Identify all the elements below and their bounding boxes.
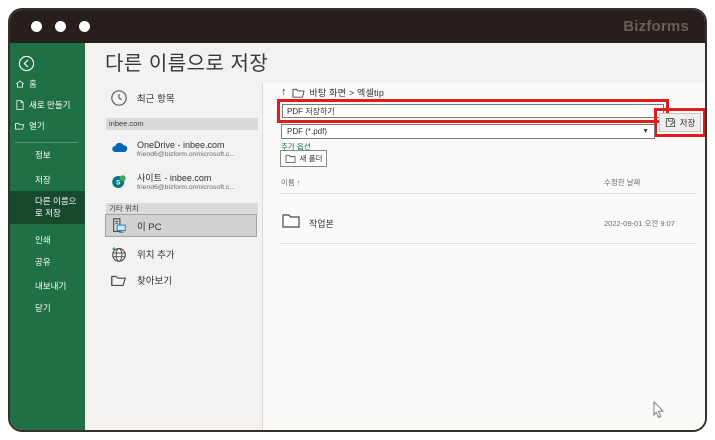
app-window: Bizforms 홈 새로 만들기 열기 정보 저장 다른 이름으로 저장 인쇄… [8, 8, 707, 432]
this-pc-item-selected[interactable]: 이 PC [105, 214, 257, 237]
row-divider [280, 243, 697, 244]
sidebar-item-label: 새로 만들기 [29, 100, 71, 110]
up-one-level-icon[interactable]: ↑ [281, 86, 287, 98]
open-folder-icon [15, 121, 25, 131]
this-pc-label: 이 PC [137, 221, 162, 233]
save-button-label: 저장 [679, 117, 696, 128]
browse-folder-icon [110, 271, 128, 289]
sidebar-item-save[interactable]: 저장 [10, 173, 85, 187]
title-bar: Bizforms [10, 10, 705, 43]
sharepoint-title: 사이트 - inbee.com [137, 172, 212, 183]
save-button[interactable]: 저장 [659, 113, 701, 132]
onedrive-subtitle: friend6@bizform.onmicrosoft.c... [137, 150, 235, 158]
column-header-modified[interactable]: 수정한 날짜 [604, 177, 641, 188]
new-document-icon [15, 100, 25, 110]
sharepoint-place-item[interactable]: S 사이트 - inbee.com friend6@bizform.onmicr… [110, 170, 235, 194]
window-dot-1[interactable] [31, 21, 42, 32]
sidebar-item-share[interactable]: 공유 [10, 255, 85, 269]
recent-files-label: 최근 항목 [137, 94, 175, 105]
places-column: 최근 항목 inbee.com OneDrive - inbee.com fri… [85, 83, 262, 430]
window-dot-3[interactable] [79, 21, 90, 32]
sidebar-item-label: 열기 [29, 121, 45, 131]
account-section-header: inbee.com [106, 118, 258, 130]
browse-label: 찾아보기 [137, 276, 172, 287]
breadcrumb-path[interactable]: 바탕 화면 > 엑셀tip [310, 86, 385, 99]
add-place-label: 위치 추가 [137, 250, 175, 261]
onedrive-title: OneDrive - inbee.com [137, 139, 225, 150]
page-title: 다른 이름으로 저장 [105, 53, 269, 75]
sidebar-item-print[interactable]: 인쇄 [10, 233, 85, 247]
recent-files-item[interactable]: 최근 항목 [110, 88, 175, 108]
folder-icon [282, 213, 300, 229]
sidebar-item-label: 홈 [29, 79, 37, 89]
clock-icon [110, 89, 128, 107]
file-list-row[interactable]: 작업본 2022-09-01 오전 9:07 [281, 209, 695, 235]
annotation-filename-highlight [277, 99, 669, 123]
backstage-sidebar: 홈 새로 만들기 열기 정보 저장 다른 이름으로 저장 인쇄 공유 내보내기 … [10, 43, 85, 430]
this-pc-icon [110, 217, 128, 235]
bizforms-logo: Bizforms [623, 18, 689, 35]
breadcrumb: ↑ 바탕 화면 > 엑셀tip [281, 85, 384, 99]
sharepoint-subtitle: friend6@bizform.onmicrosoft.c... [137, 183, 235, 191]
sidebar-item-new[interactable]: 새로 만들기 [10, 98, 85, 112]
filename-input[interactable] [282, 104, 664, 118]
add-place-item[interactable]: 위치 추가 [110, 244, 175, 264]
annotation-save-highlight: 저장 [654, 108, 705, 137]
header-divider [280, 193, 697, 194]
filetype-value: PDF (*.pdf) [287, 127, 328, 136]
browse-item[interactable]: 찾아보기 [110, 270, 172, 290]
window-dot-2[interactable] [55, 21, 66, 32]
backstage-main: 다른 이름으로 저장 최근 항목 inbee.com OneDrive - in… [85, 43, 705, 430]
new-folder-label: 새 폴더 [299, 154, 323, 163]
svg-text:S: S [116, 180, 121, 187]
sidebar-item-export[interactable]: 내보내기 [10, 279, 85, 293]
back-button[interactable] [10, 53, 85, 73]
file-row-modified: 2022-09-01 오전 9:07 [604, 219, 675, 228]
back-arrow-icon [18, 55, 35, 72]
save-icon [665, 117, 676, 128]
onedrive-icon [110, 140, 128, 158]
sort-ascending-icon: ↑ [296, 178, 301, 187]
breadcrumb-folder-icon [292, 87, 305, 98]
save-as-panel: ↑ 바탕 화면 > 엑셀tip 저장 PDF (*.pdf) [262, 83, 705, 430]
file-row-name: 작업본 [309, 219, 334, 229]
sidebar-item-close[interactable]: 닫기 [10, 301, 85, 315]
add-place-globe-icon [110, 245, 128, 263]
file-list-header: 이름 ↑ 수정한 날짜 [281, 177, 695, 188]
sharepoint-icon: S [110, 173, 128, 191]
mouse-cursor [651, 401, 665, 419]
sidebar-divider [15, 142, 78, 143]
sidebar-item-info[interactable]: 정보 [10, 148, 85, 162]
sidebar-item-open[interactable]: 열기 [10, 119, 85, 133]
new-folder-button[interactable]: 새 폴더 [280, 150, 327, 167]
column-header-name[interactable]: 이름 ↑ [281, 177, 301, 188]
sidebar-item-home[interactable]: 홈 [10, 77, 85, 91]
new-folder-icon [285, 154, 296, 163]
onedrive-place-item[interactable]: OneDrive - inbee.com friend6@bizform.onm… [110, 137, 235, 161]
chevron-down-icon: ▼ [642, 128, 649, 135]
home-icon [15, 79, 25, 89]
filetype-dropdown[interactable]: PDF (*.pdf) ▼ [281, 124, 655, 139]
sidebar-item-save-as[interactable]: 다른 이름으로 저장 [10, 191, 85, 224]
